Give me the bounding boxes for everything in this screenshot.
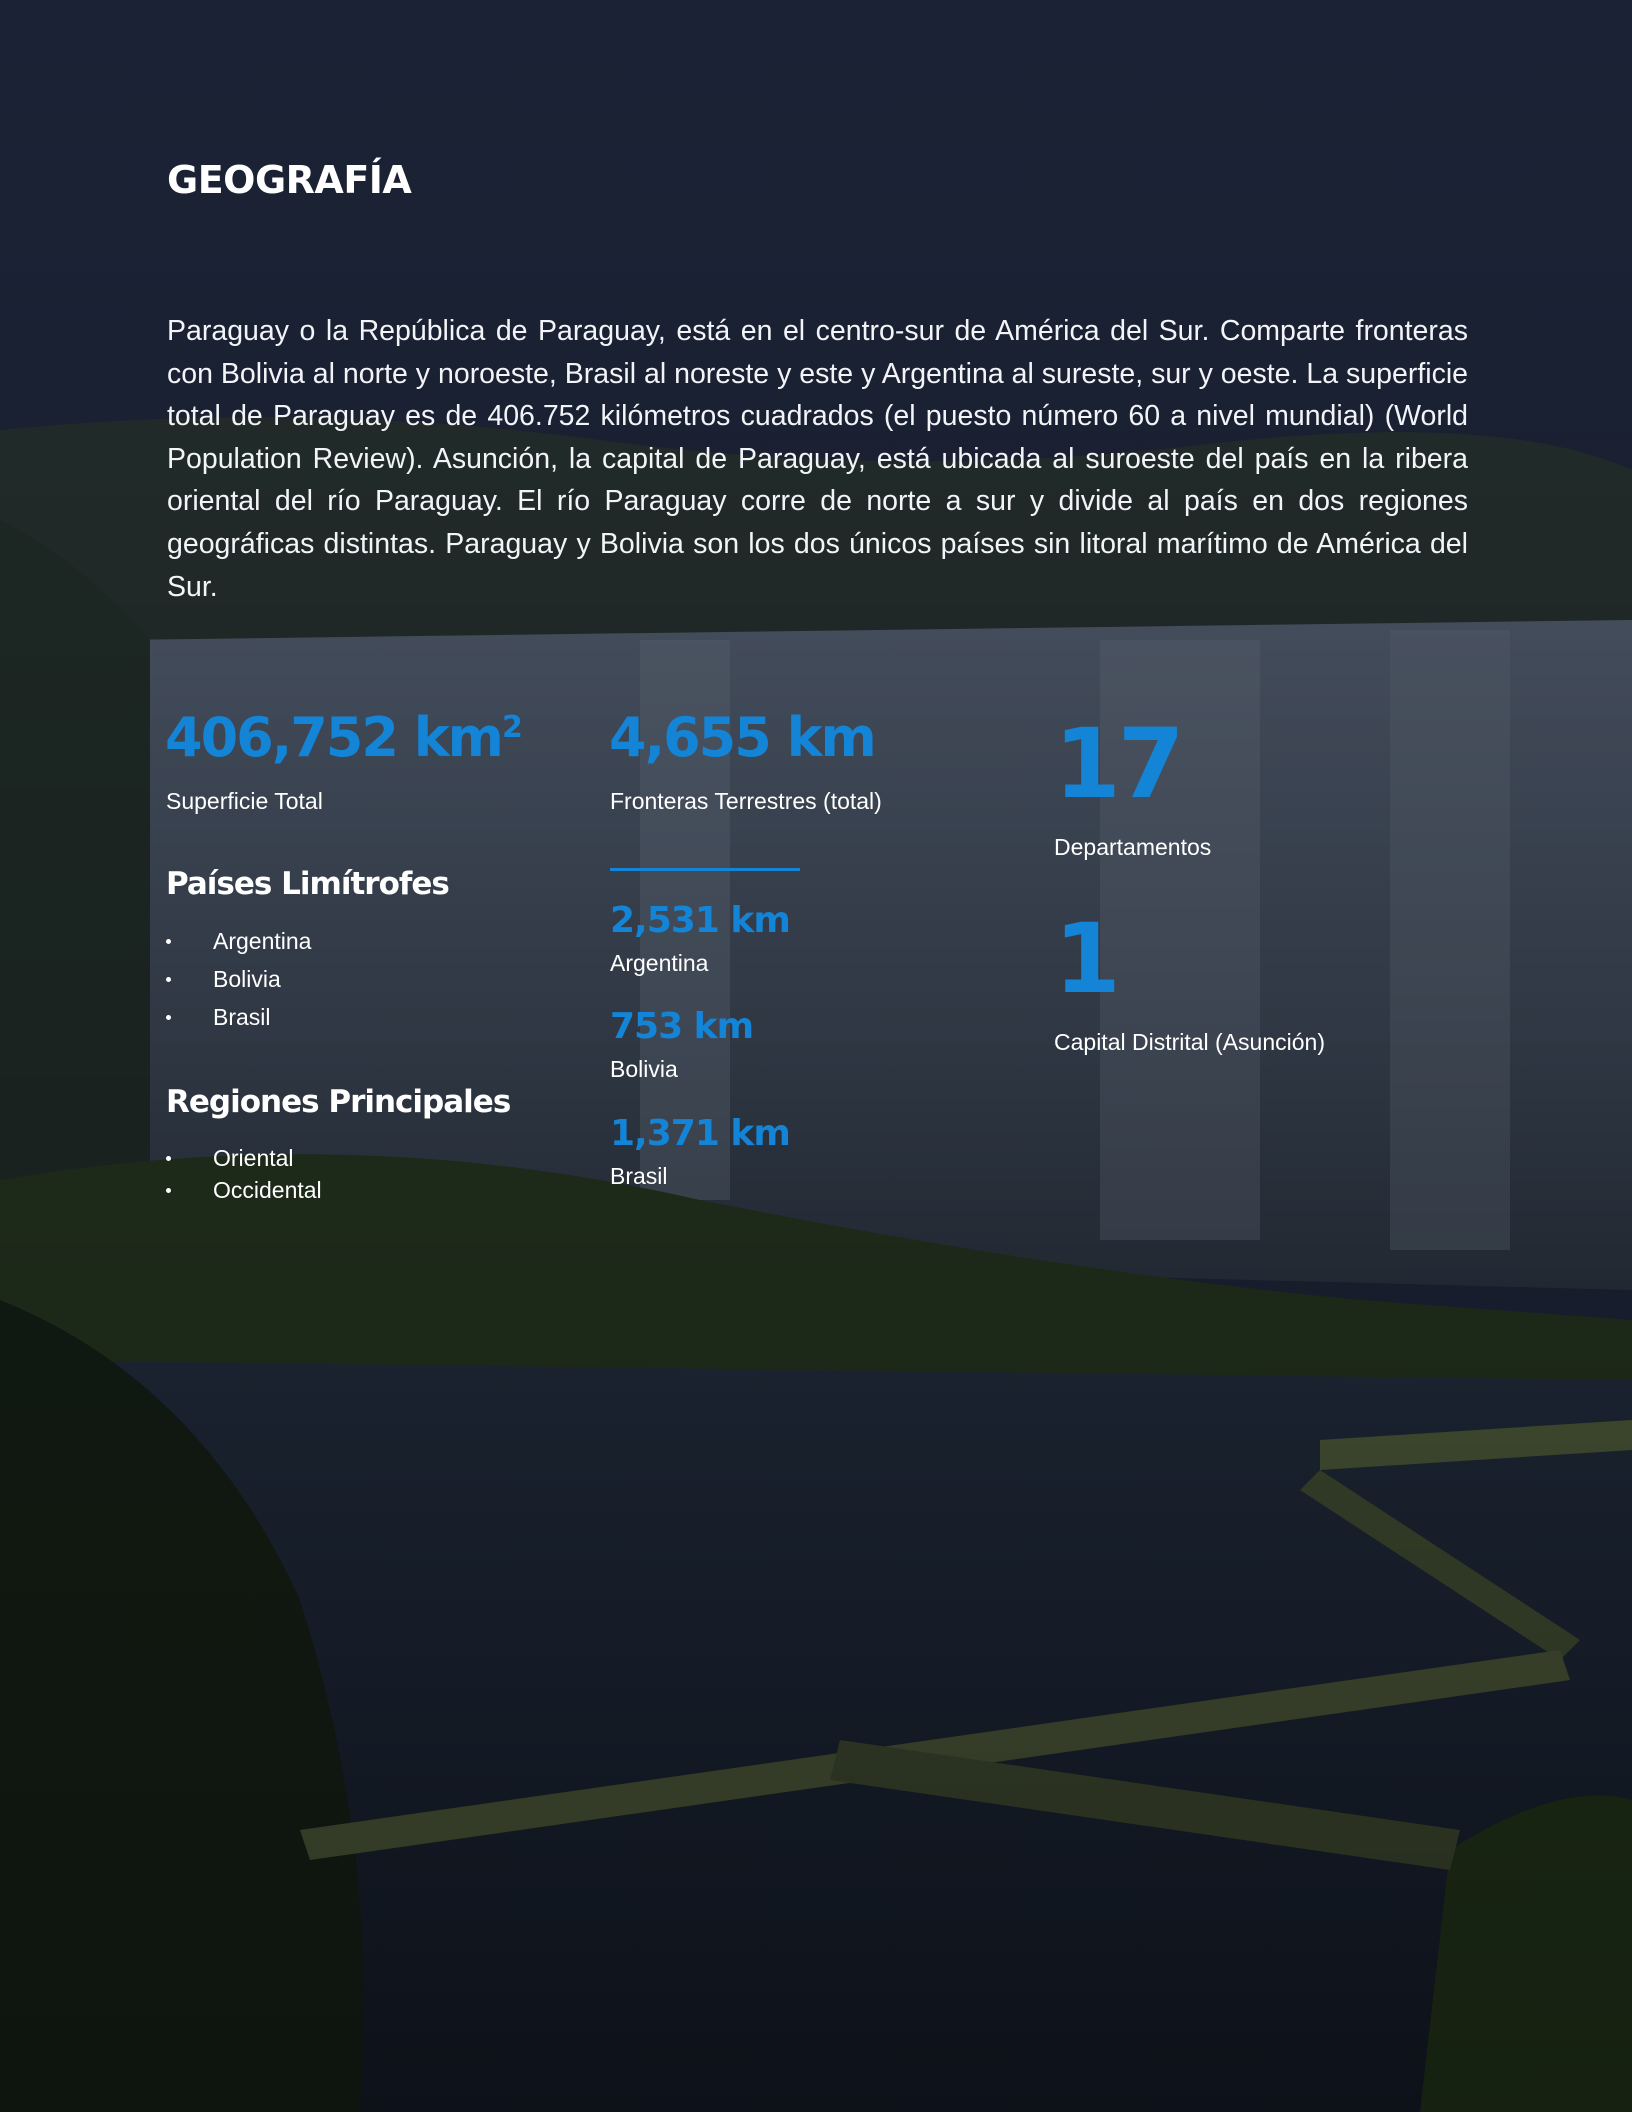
departments-value: 17	[1054, 708, 1185, 820]
list-item: Brasil	[166, 998, 311, 1036]
border-bolivia-label: Bolivia	[610, 1056, 678, 1082]
list-item: Oriental	[166, 1142, 322, 1174]
intro-paragraph: Paraguay o la República de Paraguay, est…	[167, 315, 1468, 603]
total-area-number: 406,752 km	[165, 706, 504, 769]
regions-list: Oriental Occidental	[166, 1142, 322, 1206]
total-area-superscript: 2	[501, 710, 523, 745]
total-area-value: 406,752 km2	[165, 706, 523, 769]
capital-value: 1	[1054, 903, 1121, 1015]
total-borders-label: Fronteras Terrestres (total)	[610, 788, 882, 814]
neighbors-heading: Países Limítrofes	[166, 866, 450, 902]
border-argentina-value: 2,531 km	[610, 900, 791, 941]
content: GEOGRAFÍA Paraguay o la República de Par…	[0, 0, 1632, 2112]
capital-label: Capital Distrital (Asunción)	[1054, 1029, 1325, 1055]
departments-label: Departamentos	[1054, 834, 1212, 860]
page-title: GEOGRAFÍA	[167, 158, 412, 202]
total-borders-value: 4,655 km	[609, 706, 877, 769]
list-item: Argentina	[166, 922, 311, 960]
geography-page: GEOGRAFÍA Paraguay o la República de Par…	[0, 0, 1632, 2112]
border-brasil-label: Brasil	[610, 1163, 668, 1189]
neighbors-list: Argentina Bolivia Brasil	[166, 922, 311, 1036]
divider	[610, 868, 800, 871]
regions-heading: Regiones Principales	[166, 1084, 511, 1120]
border-brasil-value: 1,371 km	[610, 1113, 791, 1154]
list-item: Bolivia	[166, 960, 311, 998]
border-argentina-label: Argentina	[610, 950, 709, 976]
border-bolivia-value: 753 km	[610, 1006, 754, 1047]
list-item: Occidental	[166, 1174, 322, 1206]
total-area-label: Superficie Total	[166, 788, 323, 814]
